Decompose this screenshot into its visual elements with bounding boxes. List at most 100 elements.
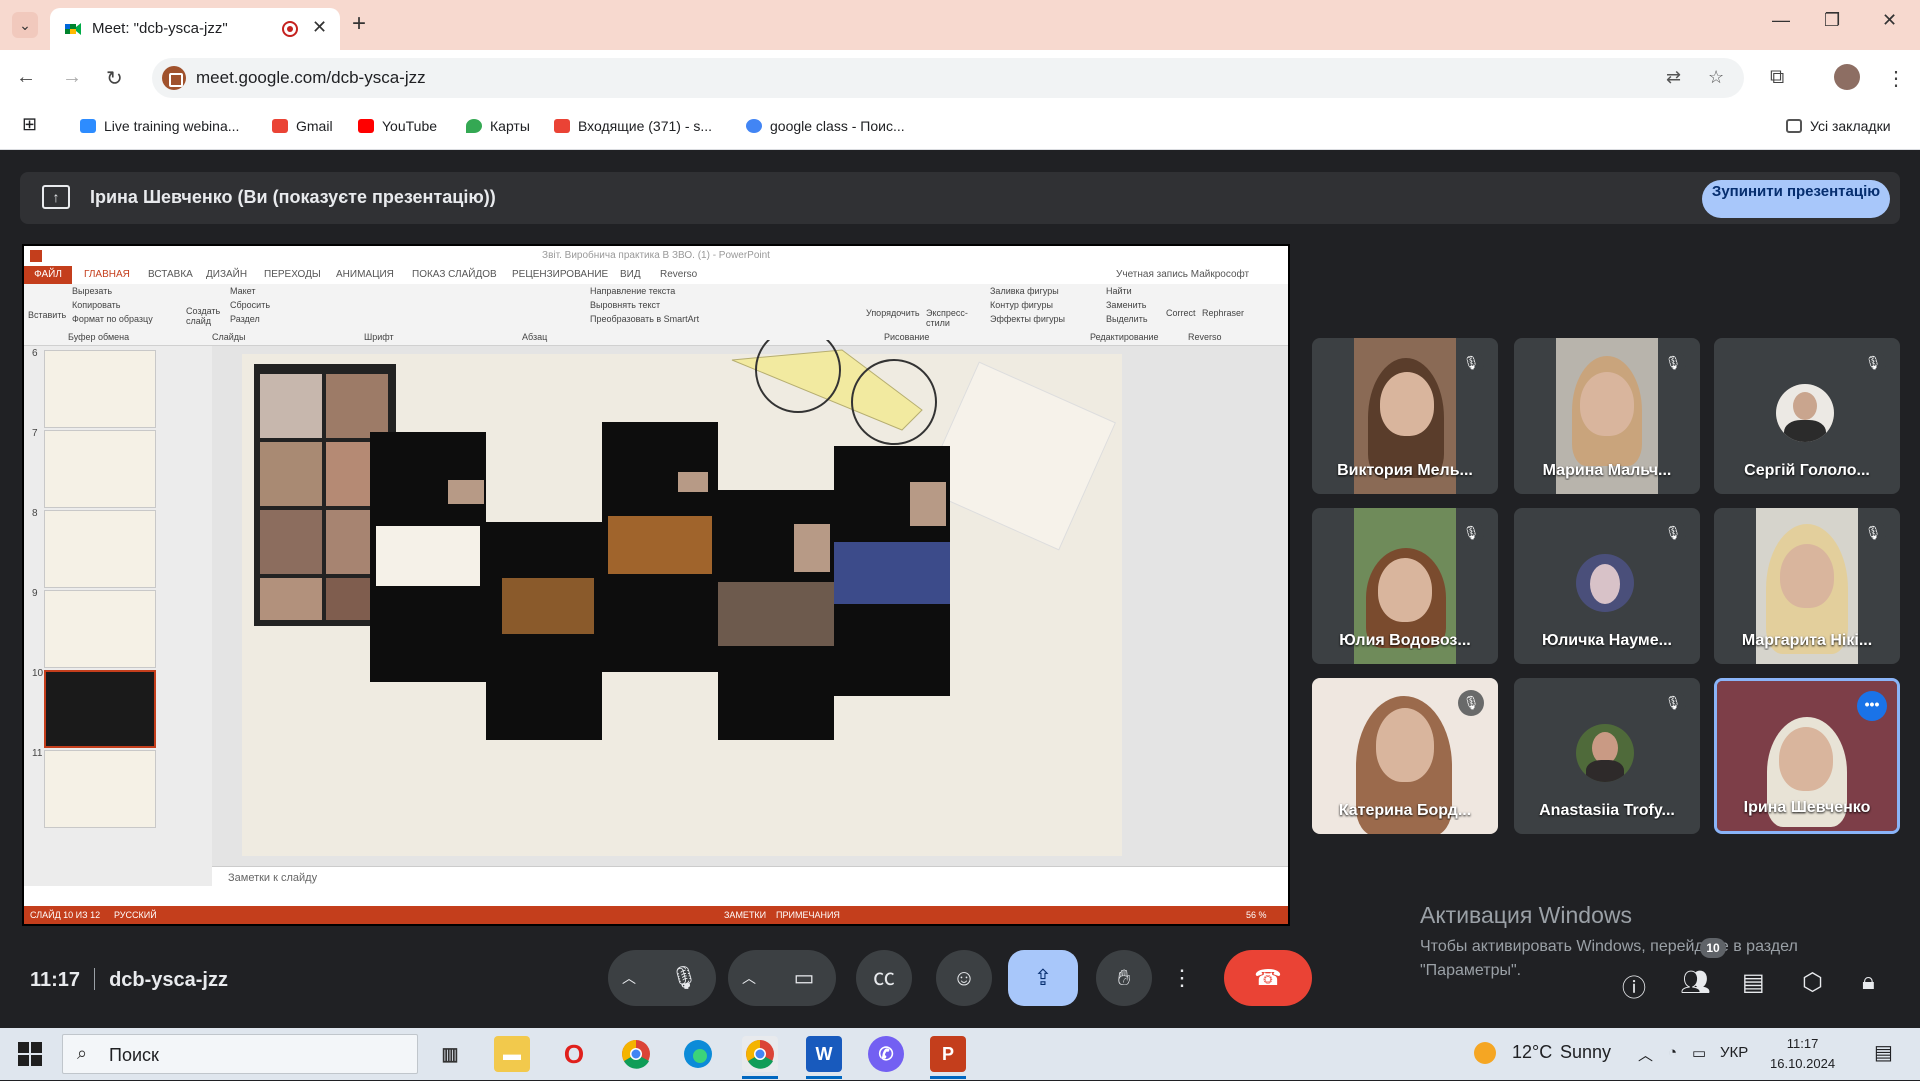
slide-canvas[interactable] [212, 340, 1288, 866]
address-bar[interactable]: meet.google.com/dcb-ysca-jzz ⇄ ☆ [152, 58, 1744, 98]
extensions-icon[interactable]: ⧉ [1770, 66, 1784, 89]
bookmark-item[interactable]: YouTube [358, 118, 437, 134]
slide-thumbnail[interactable] [44, 590, 156, 668]
windows-start-icon[interactable] [18, 1042, 42, 1066]
ribbon-tab-transitions[interactable]: ПЕРЕХОДЫ [264, 269, 321, 280]
reload-button[interactable]: ↻ [106, 66, 123, 91]
ribbon-tab-design[interactable]: ДИЗАЙН [206, 269, 247, 280]
reset-button[interactable]: Сбросить [230, 300, 270, 310]
forward-button[interactable]: → [62, 66, 82, 89]
apps-grid-icon[interactable]: ⊞ [22, 114, 37, 135]
cut-button[interactable]: Вырезать [72, 286, 112, 296]
chrome-active-icon[interactable] [742, 1036, 778, 1072]
camera-icon[interactable]: ▭ [782, 950, 826, 1006]
browser-menu-icon[interactable]: ⋮ [1886, 66, 1906, 91]
quick-styles-button[interactable]: Экспресс-стили [926, 308, 970, 328]
chat-icon[interactable]: ▤ [1742, 968, 1765, 997]
host-controls-icon[interactable]: 🔒︎ [1862, 968, 1875, 996]
participant-tile[interactable]: 🎙︎ Марина Мальч... [1514, 338, 1700, 494]
rephraser-button[interactable]: Rephraser [1202, 308, 1244, 318]
zoom-level[interactable]: 56 % [1246, 906, 1267, 924]
notifications-icon[interactable]: ▤ [1874, 1040, 1893, 1065]
raise-hand-button[interactable]: ✋︎ [1096, 950, 1152, 1006]
site-info-icon[interactable] [162, 66, 186, 90]
people-icon[interactable]: 👥︎ [1680, 968, 1710, 997]
slide-notes-field[interactable]: Заметки к слайду [212, 866, 1288, 888]
back-button[interactable]: ← [16, 66, 36, 89]
weather-desc[interactable]: Sunny [1560, 1042, 1611, 1063]
close-tab-icon[interactable]: ✕ [312, 17, 327, 38]
slide-thumbnail-selected[interactable] [44, 670, 156, 748]
shape-outline-button[interactable]: Контур фигуры [990, 300, 1053, 310]
format-painter-button[interactable]: Формат по образцу [72, 314, 153, 324]
text-direction-button[interactable]: Направление текста [590, 286, 675, 296]
current-slide[interactable] [242, 340, 1122, 856]
powerpoint-taskbar-icon[interactable]: P [930, 1036, 966, 1072]
more-options-button[interactable]: ⋮ [1164, 950, 1200, 1006]
bookmark-star-icon[interactable]: ☆ [1708, 67, 1724, 88]
layout-button[interactable]: Макет [230, 286, 255, 296]
battery-icon[interactable]: ▭ [1692, 1044, 1706, 1062]
chevron-up-icon[interactable]: ︿ [1638, 1044, 1653, 1065]
correct-button[interactable]: Correct [1166, 308, 1196, 318]
all-bookmarks[interactable]: Усі закладки [1786, 118, 1891, 134]
file-explorer-icon[interactable]: ▬ [494, 1036, 530, 1072]
opera-icon[interactable]: O [556, 1036, 592, 1072]
meeting-details-icon[interactable]: ⓘ [1622, 968, 1646, 1003]
smartart-button[interactable]: Преобразовать в SmartArt [590, 314, 699, 324]
slide-thumbnail[interactable] [44, 350, 156, 428]
participant-tile[interactable]: 🎙︎ Anastasiia Trofy... [1514, 678, 1700, 834]
arrange-button[interactable]: Упорядочить [866, 308, 920, 318]
leave-call-button[interactable]: ☎ [1224, 950, 1312, 1006]
chrome-icon[interactable] [618, 1036, 654, 1072]
bookmark-item[interactable]: Входящие (371) - s... [554, 118, 712, 134]
keyboard-language[interactable]: УКР [1720, 1044, 1748, 1061]
participant-tile-self[interactable]: ••• Ірина Шевченко [1714, 678, 1900, 834]
new-slide-button[interactable]: Создать слайд [186, 306, 220, 326]
activities-icon[interactable]: ⬡ [1802, 968, 1823, 997]
ribbon-tab-file[interactable]: ФАЙЛ [24, 266, 72, 284]
browser-tab-meet[interactable]: Meet: "dcb-ysca-jzz" ✕ [50, 8, 340, 50]
edge-icon[interactable] [680, 1036, 716, 1072]
bookmark-item[interactable]: Карты [466, 118, 530, 134]
participant-tile[interactable]: 🎙︎ Виктория Мель... [1312, 338, 1498, 494]
ribbon-tab-insert[interactable]: ВСТАВКА [148, 269, 193, 280]
notes-toggle[interactable]: ЗАМЕТКИ [724, 906, 766, 924]
taskbar-search[interactable]: ⌕ Поиск [62, 1034, 418, 1074]
chevron-up-icon[interactable]: ︿ [622, 950, 636, 1006]
find-button[interactable]: Найти [1106, 286, 1132, 296]
captions-button[interactable]: ㏄ [856, 950, 912, 1006]
bookmark-item[interactable]: Gmail [272, 118, 333, 134]
restore-button[interactable]: ❐ [1824, 10, 1840, 31]
copy-button[interactable]: Копировать [72, 300, 120, 310]
shape-effects-button[interactable]: Эффекты фигуры [990, 314, 1065, 324]
network-icon[interactable]: ◔ [1668, 1044, 1677, 1061]
section-button[interactable]: Раздел [230, 314, 260, 324]
weather-temp[interactable]: 12°C [1512, 1042, 1552, 1063]
shape-fill-button[interactable]: Заливка фигуры [990, 286, 1059, 296]
bookmark-item[interactable]: google class - Поис... [746, 118, 905, 134]
tab-search-button[interactable]: ⌄ [12, 12, 38, 38]
participant-tile[interactable]: 🎙︎ Маргарита Нікі... [1714, 508, 1900, 664]
translate-icon[interactable]: ⇄ [1666, 67, 1681, 88]
bookmark-item[interactable]: Live training webina... [80, 118, 239, 134]
task-view-icon[interactable]: ▥ [432, 1036, 468, 1072]
select-button[interactable]: Выделить [1106, 314, 1148, 324]
microphone-control[interactable]: ︿ 🎙︎ [608, 950, 716, 1006]
ribbon-tab-home[interactable]: ГЛАВНАЯ [84, 269, 130, 280]
replace-button[interactable]: Заменить [1106, 300, 1146, 310]
ribbon-tab-slideshow[interactable]: ПОКАЗ СЛАЙДОВ [412, 269, 497, 280]
participant-tile[interactable]: 🎙︎ Катерина Борд... [1312, 678, 1498, 834]
paste-button[interactable]: Вставить [28, 310, 66, 320]
participant-tile[interactable]: 🎙︎ Юличка Науме... [1514, 508, 1700, 664]
new-tab-button[interactable]: + [352, 10, 366, 38]
participant-tile[interactable]: 🎙︎ Сергій Гололо... [1714, 338, 1900, 494]
slide-thumbnail[interactable] [44, 430, 156, 508]
chevron-up-icon[interactable]: ︿ [742, 950, 756, 1006]
comments-toggle[interactable]: ПРИМЕЧАНИЯ [776, 906, 840, 924]
profile-avatar[interactable] [1834, 64, 1860, 90]
align-text-button[interactable]: Выровнять текст [590, 300, 660, 310]
camera-control[interactable]: ︿ ▭ [728, 950, 836, 1006]
taskbar-clock[interactable]: 11:17 16.10.2024 [1770, 1034, 1835, 1074]
stop-presenting-button[interactable]: Зупинити презентацію [1702, 180, 1890, 218]
